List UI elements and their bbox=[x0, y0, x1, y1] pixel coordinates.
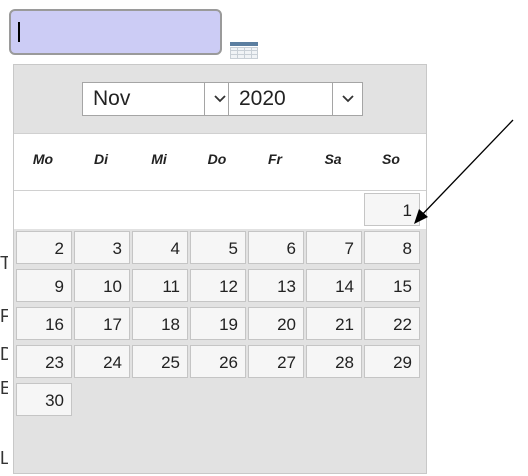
calendar-week-row: 16 17 18 19 20 21 22 bbox=[14, 305, 426, 343]
calendar-day-cell[interactable]: 10 bbox=[74, 269, 130, 302]
weekday-label: Di bbox=[94, 151, 108, 167]
calendar-day-cell[interactable]: 6 bbox=[248, 231, 304, 264]
calendar-day-cell[interactable]: 9 bbox=[16, 269, 72, 302]
calendar-week-row: 9 10 11 12 13 14 15 bbox=[14, 267, 426, 305]
calendar-day-cell[interactable]: 15 bbox=[364, 269, 420, 302]
month-select-value: Nov bbox=[93, 87, 131, 110]
calendar-day-cell[interactable]: 23 bbox=[16, 345, 72, 378]
weekday-label: Do bbox=[207, 151, 227, 167]
weekday-label: Mo bbox=[32, 151, 54, 167]
calendar-week-row: 23 24 25 26 27 28 29 bbox=[14, 343, 426, 381]
calendar-day-cell[interactable]: 27 bbox=[248, 345, 304, 378]
chevron-down-icon[interactable] bbox=[332, 83, 362, 115]
calendar-day-cell[interactable]: 26 bbox=[190, 345, 246, 378]
calendar-day-cell[interactable]: 24 bbox=[74, 345, 130, 378]
calendar-day-cell[interactable]: 22 bbox=[364, 307, 420, 340]
text-cursor bbox=[18, 22, 20, 42]
calendar-week-row: 1 bbox=[14, 191, 426, 229]
background-text-fragment: T bbox=[0, 253, 8, 273]
background-text-fragment: E bbox=[0, 378, 8, 398]
calendar-day-cell[interactable]: 29 bbox=[364, 345, 420, 378]
calendar-day-cell[interactable]: 18 bbox=[132, 307, 188, 340]
calendar-day-cell[interactable]: 12 bbox=[190, 269, 246, 302]
calendar-day-cell[interactable]: 19 bbox=[190, 307, 246, 340]
calendar-day-cell[interactable]: 16 bbox=[16, 307, 72, 340]
year-select[interactable]: 2020 bbox=[228, 82, 363, 116]
calendar-day-cell[interactable]: 5 bbox=[190, 231, 246, 264]
calendar-day-cell[interactable]: 28 bbox=[306, 345, 362, 378]
calendar-day-cell[interactable]: 7 bbox=[306, 231, 362, 264]
calendar-week-row: 2345678 bbox=[14, 229, 426, 267]
month-select[interactable]: Nov bbox=[82, 82, 235, 116]
calendar-day-cell[interactable]: 30 bbox=[16, 383, 72, 416]
weekday-label: Sa bbox=[324, 151, 342, 167]
calendar-header: Nov 2020 bbox=[14, 65, 426, 133]
calendar-day-cell[interactable]: 2 bbox=[16, 231, 72, 264]
calendar-day-cell[interactable]: 11 bbox=[132, 269, 188, 302]
background-text-fragment: D bbox=[0, 344, 8, 364]
calendar-day-cell[interactable]: 3 bbox=[74, 231, 130, 264]
background-text-fragment: L bbox=[0, 448, 8, 468]
calendar-popup: Nov 2020 Mo Di Mi Do Fr Sa So 1234567891… bbox=[13, 64, 427, 474]
calendar-day-cell[interactable]: 14 bbox=[306, 269, 362, 302]
background-text-fragment: F bbox=[0, 306, 8, 326]
year-select-value: 2020 bbox=[239, 87, 286, 110]
calendar-day-cell[interactable]: 17 bbox=[74, 307, 130, 340]
calendar-day-cell[interactable]: 1 bbox=[364, 193, 420, 226]
calendar-grid-icon bbox=[230, 47, 258, 59]
weekday-label: So bbox=[382, 151, 400, 167]
weekday-label: Mi bbox=[151, 151, 167, 167]
date-input[interactable] bbox=[9, 9, 222, 55]
calendar-day-cell[interactable]: 21 bbox=[306, 307, 362, 340]
calendar-day-cell[interactable]: 13 bbox=[248, 269, 304, 302]
calendar-week-row: 30 bbox=[14, 381, 426, 419]
calendar-button[interactable] bbox=[230, 42, 258, 60]
calendar-day-cell[interactable]: 4 bbox=[132, 231, 188, 264]
weekday-header: Mo Di Mi Do Fr Sa So bbox=[14, 133, 426, 191]
calendar-grid-icon-header bbox=[230, 42, 258, 46]
calendar-day-cell[interactable]: 25 bbox=[132, 345, 188, 378]
calendar-day-cell[interactable]: 20 bbox=[248, 307, 304, 340]
calendar-day-cell[interactable]: 8 bbox=[364, 231, 420, 264]
weekday-label: Fr bbox=[268, 151, 282, 167]
